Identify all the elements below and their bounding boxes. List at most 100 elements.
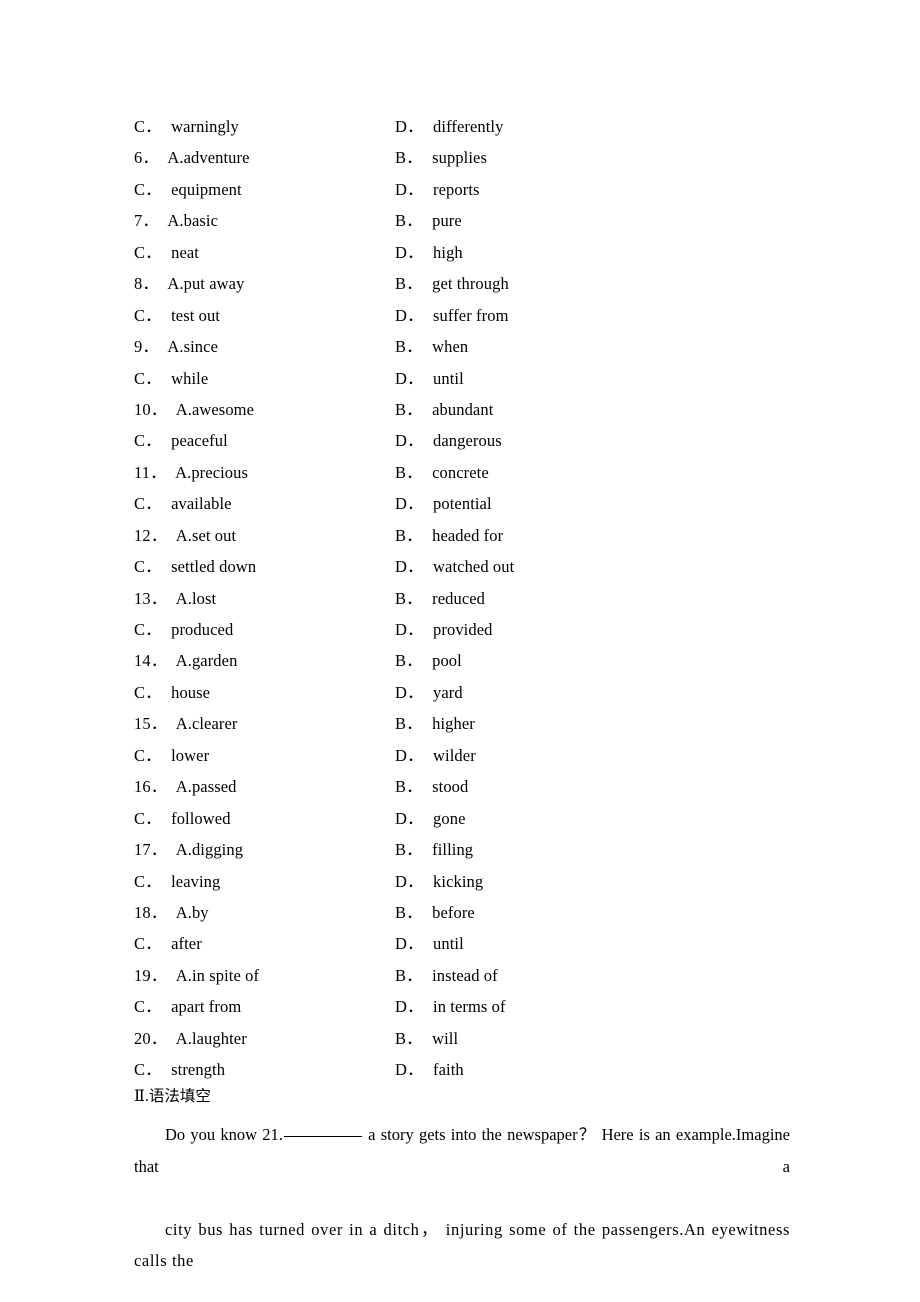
option-text[interactable]: watched out	[426, 557, 514, 576]
option-text[interactable]: high	[426, 243, 463, 262]
choice-item-13[interactable]: 13． A.lost	[134, 583, 395, 614]
option-b[interactable]: B． stood	[395, 771, 794, 802]
option-c[interactable]: C． leaving	[134, 866, 395, 897]
option-a-text[interactable]: A.basic	[161, 211, 218, 230]
option-c[interactable]: C． while	[134, 363, 395, 394]
option-a-text[interactable]: A.awesome	[170, 400, 254, 419]
option-d[interactable]: D． reports	[395, 174, 794, 205]
option-text[interactable]: peaceful	[164, 431, 228, 450]
option-text[interactable]: pool	[425, 651, 462, 670]
option-c[interactable]: C． strength	[134, 1054, 395, 1085]
option-d[interactable]: D． until	[395, 928, 794, 959]
option-text[interactable]: gone	[426, 809, 465, 828]
option-c[interactable]: C． warningly	[134, 111, 395, 142]
option-text[interactable]: dangerous	[426, 431, 502, 450]
option-d[interactable]: D． in terms of	[395, 991, 794, 1022]
option-c[interactable]: C． settled down	[134, 551, 395, 582]
option-c[interactable]: C． available	[134, 488, 395, 519]
option-c[interactable]: C． after	[134, 928, 395, 959]
option-text[interactable]: settled down	[164, 557, 256, 576]
option-a-text[interactable]: A.clearer	[170, 714, 238, 733]
option-text[interactable]: suffer from	[426, 306, 508, 325]
option-c[interactable]: C． apart from	[134, 991, 395, 1022]
option-text[interactable]: strength	[164, 1060, 225, 1079]
option-a-text[interactable]: A.passed	[170, 777, 237, 796]
option-d[interactable]: D． dangerous	[395, 425, 794, 456]
option-d[interactable]: D． watched out	[395, 551, 794, 582]
option-text[interactable]: provided	[426, 620, 492, 639]
option-a-text[interactable]: A.laughter	[170, 1029, 247, 1048]
option-text[interactable]: supplies	[425, 148, 487, 167]
option-text[interactable]: faith	[426, 1060, 464, 1079]
option-d[interactable]: D． faith	[395, 1054, 794, 1085]
choice-item-11[interactable]: 11． A.precious	[134, 457, 395, 488]
option-text[interactable]: differently	[426, 117, 503, 136]
option-c[interactable]: C． peaceful	[134, 425, 395, 456]
option-a-text[interactable]: A.precious	[169, 463, 248, 482]
choice-item-7[interactable]: 7． A.basic	[134, 205, 395, 236]
option-text[interactable]: until	[426, 934, 464, 953]
option-b[interactable]: B． reduced	[395, 583, 794, 614]
option-text[interactable]: yard	[426, 683, 463, 702]
choice-item-14[interactable]: 14． A.garden	[134, 645, 395, 676]
option-d[interactable]: D． kicking	[395, 866, 794, 897]
option-d[interactable]: D． wilder	[395, 740, 794, 771]
option-a-text[interactable]: A.adventure	[161, 148, 249, 167]
option-text[interactable]: while	[164, 369, 208, 388]
option-text[interactable]: instead of	[425, 966, 498, 985]
option-text[interactable]: after	[164, 934, 202, 953]
option-d[interactable]: D． potential	[395, 488, 794, 519]
option-a-text[interactable]: A.lost	[170, 589, 216, 608]
option-b[interactable]: B． filling	[395, 834, 794, 865]
option-text[interactable]: available	[164, 494, 231, 513]
choice-item-20[interactable]: 20． A.laughter	[134, 1023, 395, 1054]
option-c[interactable]: C． produced	[134, 614, 395, 645]
option-text[interactable]: when	[425, 337, 468, 356]
option-b[interactable]: B． headed for	[395, 520, 794, 551]
option-b[interactable]: B． when	[395, 331, 794, 362]
option-b[interactable]: B． abundant	[395, 394, 794, 425]
choice-item-15[interactable]: 15． A.clearer	[134, 708, 395, 739]
option-text[interactable]: neat	[164, 243, 199, 262]
option-b[interactable]: B． pure	[395, 205, 794, 236]
option-text[interactable]: until	[426, 369, 464, 388]
option-c[interactable]: C． followed	[134, 803, 395, 834]
option-a-text[interactable]: A.digging	[170, 840, 243, 859]
option-text[interactable]: stood	[425, 777, 468, 796]
option-text[interactable]: leaving	[164, 872, 220, 891]
option-d[interactable]: D． gone	[395, 803, 794, 834]
option-text[interactable]: abundant	[425, 400, 493, 419]
option-d[interactable]: D． yard	[395, 677, 794, 708]
option-text[interactable]: filling	[425, 840, 473, 859]
option-a-text[interactable]: A.set out	[170, 526, 236, 545]
choice-item-17[interactable]: 17． A.digging	[134, 834, 395, 865]
option-b[interactable]: B． before	[395, 897, 794, 928]
option-d[interactable]: D． differently	[395, 111, 794, 142]
choice-item-16[interactable]: 16． A.passed	[134, 771, 395, 802]
option-text[interactable]: warningly	[164, 117, 239, 136]
option-b[interactable]: B． get through	[395, 268, 794, 299]
option-text[interactable]: reduced	[425, 589, 485, 608]
option-text[interactable]: produced	[164, 620, 233, 639]
option-a-text[interactable]: A.in spite of	[170, 966, 259, 985]
choice-item-6[interactable]: 6． A.adventure	[134, 142, 395, 173]
option-c[interactable]: C． test out	[134, 300, 395, 331]
choice-item-9[interactable]: 9． A.since	[134, 331, 395, 362]
option-text[interactable]: get through	[425, 274, 509, 293]
option-b[interactable]: B． pool	[395, 645, 794, 676]
option-d[interactable]: D． until	[395, 363, 794, 394]
option-text[interactable]: potential	[426, 494, 492, 513]
option-text[interactable]: house	[164, 683, 210, 702]
option-c[interactable]: C． neat	[134, 237, 395, 268]
option-d[interactable]: D． suffer from	[395, 300, 794, 331]
choice-item-10[interactable]: 10． A.awesome	[134, 394, 395, 425]
option-b[interactable]: B． supplies	[395, 142, 794, 173]
option-text[interactable]: lower	[164, 746, 209, 765]
option-text[interactable]: before	[425, 903, 475, 922]
choice-item-8[interactable]: 8． A.put away	[134, 268, 395, 299]
option-text[interactable]: in terms of	[426, 997, 506, 1016]
answer-blank-21[interactable]	[283, 1136, 362, 1137]
option-d[interactable]: D． high	[395, 237, 794, 268]
option-text[interactable]: higher	[425, 714, 475, 733]
option-a-text[interactable]: A.garden	[170, 651, 238, 670]
